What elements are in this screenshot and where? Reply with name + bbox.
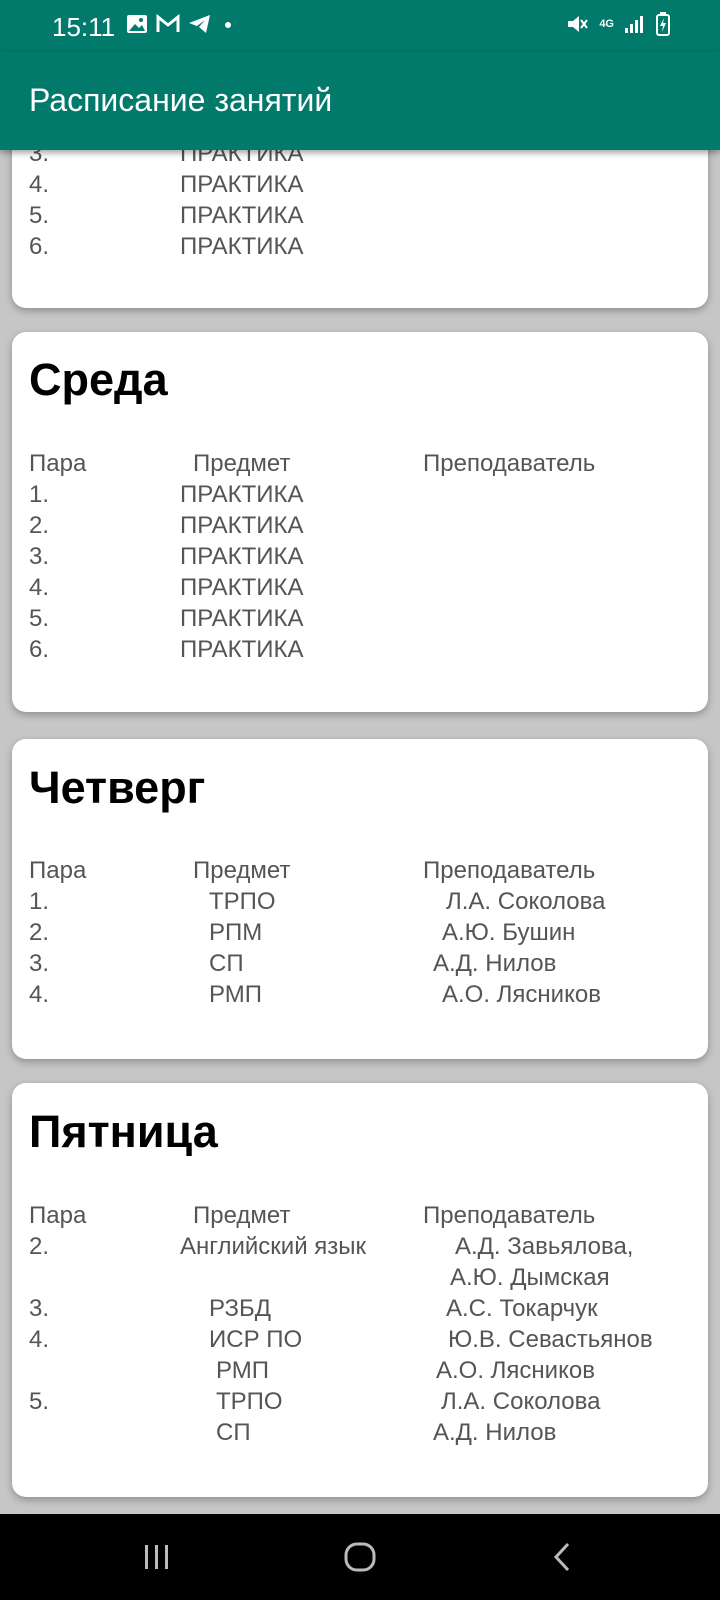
day-title: Четверг bbox=[29, 762, 206, 813]
telegram-icon bbox=[189, 15, 210, 33]
day-card-thursday: Четверг Пара Предмет Преподаватель 1. ТР… bbox=[12, 739, 708, 1059]
subject-name: Английский язык bbox=[180, 1233, 367, 1260]
subject-name: РЗБД bbox=[209, 1295, 271, 1322]
subject-name: ПРАКТИКА bbox=[180, 605, 304, 632]
day-card-wednesday: Среда Пара Предмет Преподаватель 1. ПРАК… bbox=[12, 332, 708, 712]
schedule-list[interactable]: 3. ПРАКТИКА 4. ПРАКТИКА 5. ПРАКТИКА 6. П… bbox=[0, 150, 720, 1514]
app-title: Расписание занятий bbox=[29, 82, 333, 118]
day-title: Пятница bbox=[29, 1106, 218, 1157]
subject-name: ПРАКТИКА bbox=[180, 150, 304, 167]
teacher-name: А.О. Лясников bbox=[436, 1357, 595, 1384]
mute-icon bbox=[568, 16, 589, 32]
header-pair: Пара bbox=[29, 1202, 87, 1229]
app-bar: Расписание занятий bbox=[0, 52, 720, 150]
subject-name: ПРАКТИКА bbox=[180, 233, 304, 260]
pair-number: 4. bbox=[29, 1326, 50, 1353]
gmail-icon bbox=[156, 14, 180, 32]
subject-name: РПМ bbox=[209, 919, 263, 946]
teacher-name: Ю.В. Севастьянов bbox=[448, 1326, 653, 1353]
status-left-icons bbox=[126, 14, 236, 34]
pair-number: 5. bbox=[29, 605, 50, 632]
subject-name: СП bbox=[209, 950, 244, 977]
subject-name: ПРАКТИКА bbox=[180, 574, 304, 601]
header-teacher: Преподаватель bbox=[423, 450, 596, 477]
status-bar: 15:11 4G bbox=[0, 0, 720, 52]
pair-number: 3. bbox=[29, 543, 50, 570]
pair-number: 3. bbox=[29, 950, 50, 977]
pair-number: 5. bbox=[29, 1388, 50, 1415]
subject-name: ПРАКТИКА bbox=[180, 512, 304, 539]
teacher-name: А.С. Токарчук bbox=[446, 1295, 598, 1322]
pair-number: 1. bbox=[29, 481, 50, 508]
header-teacher: Преподаватель bbox=[423, 1202, 596, 1229]
day-title: Среда bbox=[29, 354, 168, 405]
pair-number: 4. bbox=[29, 574, 50, 601]
header-subject: Предмет bbox=[193, 1202, 291, 1229]
pair-number: 2. bbox=[29, 919, 50, 946]
subject-name: РМП bbox=[209, 981, 262, 1008]
subject-name: ПРАКТИКА bbox=[180, 171, 304, 198]
day-card-partial: 3. ПРАКТИКА 4. ПРАКТИКА 5. ПРАКТИКА 6. П… bbox=[12, 150, 708, 308]
back-icon bbox=[553, 1542, 570, 1572]
pair-number: 3. bbox=[29, 1295, 50, 1322]
navigation-bar bbox=[0, 1514, 720, 1600]
battery-charging-icon bbox=[656, 12, 670, 36]
subject-name: ПРАКТИКА bbox=[180, 543, 304, 570]
teacher-name: А.Д. Завьялова, bbox=[455, 1233, 634, 1260]
teacher-name: А.Ю. Дымская bbox=[450, 1264, 610, 1291]
teacher-name: А.О. Лясников bbox=[442, 981, 601, 1008]
header-pair: Пара bbox=[29, 857, 87, 884]
subject-name: ПРАКТИКА bbox=[180, 481, 304, 508]
header-subject: Предмет bbox=[193, 857, 291, 884]
home-button[interactable] bbox=[337, 1534, 383, 1580]
subject-name: ПРАКТИКА bbox=[180, 636, 304, 663]
4g-icon: 4G bbox=[599, 18, 614, 30]
subject-name: ТРПО bbox=[216, 1388, 283, 1415]
teacher-name: А.Д. Нилов bbox=[433, 1419, 557, 1446]
recent-apps-icon bbox=[145, 1545, 168, 1569]
teacher-name: Л.А. Соколова bbox=[446, 888, 606, 915]
subject-name: РМП bbox=[216, 1357, 269, 1384]
header-teacher: Преподаватель bbox=[423, 857, 596, 884]
header-subject: Предмет bbox=[193, 450, 291, 477]
pair-number: 4. bbox=[29, 981, 50, 1008]
day-card-friday: Пятница Пара Предмет Преподаватель 2. Ан… bbox=[12, 1083, 708, 1497]
pair-number: 2. bbox=[29, 512, 50, 539]
subject-name: ПРАКТИКА bbox=[180, 202, 304, 229]
home-icon bbox=[344, 1542, 376, 1572]
pair-number: 5. bbox=[29, 202, 50, 229]
gallery-icon bbox=[127, 15, 147, 33]
pair-number: 4. bbox=[29, 171, 50, 198]
pair-number: 3. bbox=[29, 150, 50, 167]
status-time: 15:11 bbox=[52, 12, 116, 42]
dot-icon bbox=[225, 22, 231, 28]
pair-number: 1. bbox=[29, 888, 50, 915]
teacher-name: А.Д. Нилов bbox=[433, 950, 557, 977]
teacher-name: Л.А. Соколова bbox=[441, 1388, 601, 1415]
pair-number: 6. bbox=[29, 636, 50, 663]
header-pair: Пара bbox=[29, 450, 87, 477]
subject-name: СП bbox=[216, 1419, 251, 1446]
pair-number: 2. bbox=[29, 1233, 50, 1260]
back-button[interactable] bbox=[539, 1534, 585, 1580]
recent-apps-button[interactable] bbox=[134, 1534, 180, 1580]
pair-number: 6. bbox=[29, 233, 50, 260]
subject-name: ИСР ПО bbox=[209, 1326, 303, 1353]
subject-name: ТРПО bbox=[209, 888, 276, 915]
status-right-icons: 4G bbox=[565, 12, 670, 36]
teacher-name: А.Ю. Бушин bbox=[442, 919, 576, 946]
signal-icon bbox=[625, 16, 643, 33]
